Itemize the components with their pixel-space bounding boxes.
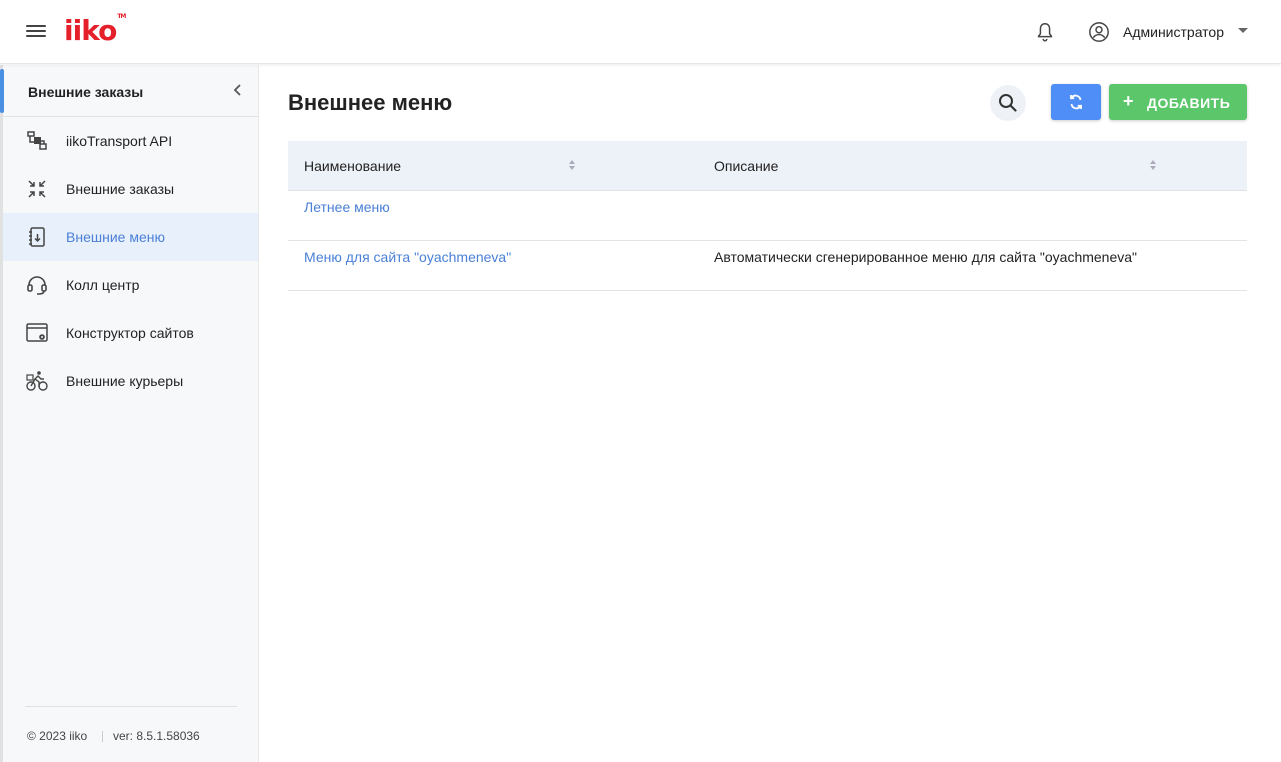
sidebar-item-external-couriers[interactable]: Внешние курьеры [3, 357, 258, 405]
menu-table: Наименование Описание Летнее меню Меню д… [288, 141, 1247, 291]
top-header: iikoTM Администратор [0, 0, 1281, 64]
sidebar-item-label: Внешние заказы [66, 181, 175, 197]
plus-icon: + [1123, 91, 1134, 111]
transport-api-icon [27, 131, 47, 150]
sidebar-item-label: Внешние меню [66, 229, 165, 245]
external-menu-icon [29, 227, 45, 247]
table-row[interactable]: Летнее меню [288, 191, 1247, 241]
external-orders-icon [28, 180, 46, 198]
page-title: Внешнее меню [288, 90, 453, 115]
search-button[interactable] [990, 85, 1026, 121]
sort-icon[interactable] [1149, 159, 1157, 171]
search-icon [999, 94, 1017, 112]
sidebar-item-transport-api[interactable]: iikoTransport API [3, 117, 258, 165]
column-header-description[interactable]: Описание [714, 158, 778, 174]
add-button[interactable]: + ДОБАВИТЬ [1109, 84, 1247, 120]
sidebar: Внешние заказы iikoTransport API Внешние… [0, 65, 259, 762]
footer-divider [102, 731, 103, 742]
menu-name-link[interactable]: Меню для сайта "oyachmeneva" [304, 249, 511, 265]
headset-icon [27, 276, 47, 295]
user-name[interactable]: Администратор [1123, 24, 1224, 40]
sidebar-header: Внешние заказы [0, 65, 258, 117]
version-text: ver: 8.5.1.58036 [113, 729, 200, 743]
sidebar-item-label: iikoTransport API [66, 133, 173, 149]
courier-bike-icon [26, 371, 48, 391]
menu-icon[interactable] [26, 22, 48, 42]
user-avatar-icon[interactable] [1088, 21, 1110, 43]
sidebar-title: Внешние заказы [28, 84, 144, 100]
menu-description: Автоматически сгенерированное меню для с… [714, 249, 1138, 265]
sync-icon [1070, 94, 1082, 110]
iiko-logo[interactable]: iikoTM [64, 13, 126, 47]
site-builder-icon [26, 323, 48, 342]
sidebar-item-label: Внешние курьеры [66, 373, 184, 389]
sidebar-item-external-menu[interactable]: Внешние меню [3, 213, 258, 261]
chevron-down-icon[interactable] [1238, 28, 1248, 33]
sidebar-item-external-orders[interactable]: Внешние заказы [3, 165, 258, 213]
bell-icon[interactable] [1034, 21, 1056, 43]
sidebar-item-site-builder[interactable]: Конструктор сайтов [3, 309, 258, 357]
table-row[interactable]: Меню для сайта "oyachmeneva" Автоматичес… [288, 241, 1247, 291]
sync-button[interactable] [1051, 84, 1101, 120]
sidebar-item-label: Конструктор сайтов [66, 325, 194, 341]
table-header: Наименование Описание [288, 141, 1247, 191]
column-header-name[interactable]: Наименование [304, 158, 401, 174]
sidebar-item-label: Колл центр [66, 277, 140, 293]
menu-name-link[interactable]: Летнее меню [304, 199, 390, 215]
sidebar-item-call-center[interactable]: Колл центр [3, 261, 258, 309]
chevron-left-icon[interactable] [231, 83, 245, 97]
add-button-label: ДОБАВИТЬ [1147, 95, 1231, 111]
copyright-text: © 2023 iiko [27, 729, 88, 743]
sort-icon[interactable] [568, 159, 576, 171]
sidebar-accent-bar [0, 69, 4, 113]
sidebar-footer: © 2023 iiko ver: 8.5.1.58036 [25, 706, 237, 743]
